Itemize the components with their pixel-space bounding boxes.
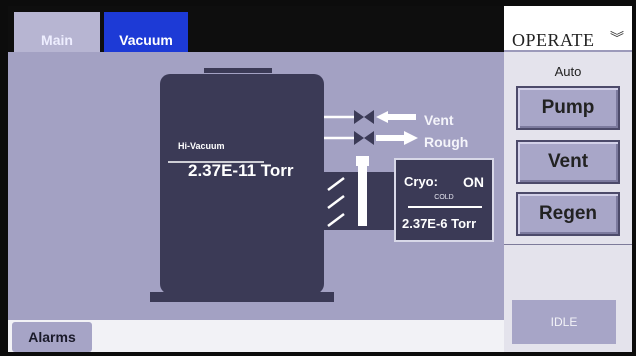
vent-button-label: Vent [547, 151, 589, 172]
state-indicator: IDLE [512, 300, 616, 344]
cryo-bar [408, 206, 482, 208]
panel-divider [504, 244, 632, 245]
state-label: IDLE [550, 315, 578, 329]
pump-button[interactable]: Pump [516, 86, 620, 130]
operate-title: OPERATE [512, 30, 595, 50]
chamber-pressure: 2.37E-11 Torr [188, 161, 294, 180]
alarms-button[interactable]: Alarms [12, 322, 92, 352]
tab-vacuum-label: Vacuum [119, 32, 173, 48]
vent-arrow-icon [376, 111, 416, 123]
chamber-top-flange [204, 68, 272, 73]
cryo-status: ON [463, 174, 484, 190]
rough-arrow-icon [376, 131, 418, 145]
vent-button[interactable]: Vent [516, 140, 620, 184]
cryo-sub-status: COLD [434, 194, 454, 201]
tab-vacuum[interactable]: Vacuum [104, 12, 188, 52]
gate-valve-icon [358, 156, 367, 226]
regen-button-label: Regen [538, 203, 598, 224]
chevron-down-icon[interactable]: ︾ [610, 28, 624, 48]
chamber-body [160, 74, 324, 294]
regen-button[interactable]: Regen [516, 192, 620, 236]
cryo-name: Cryo: [404, 174, 438, 189]
cryo-pressure: 2.37E-6 Torr [402, 216, 477, 231]
tab-main-label: Main [41, 32, 73, 48]
rough-line-label: Rough [424, 134, 469, 150]
pump-button-label: Pump [541, 97, 595, 118]
cryo-status-box[interactable]: Cryo: ON COLD 2.37E-6 Torr [394, 158, 494, 242]
chamber-bottom-flange [150, 292, 334, 302]
vent-line-label: Vent [424, 112, 454, 128]
vent-valve-icon [354, 110, 374, 124]
alarms-label: Alarms [28, 329, 76, 345]
mode-label: Auto [554, 64, 582, 79]
chamber-label: Hi-Vacuum [178, 141, 225, 151]
rough-valve-icon [354, 131, 374, 145]
tab-main[interactable]: Main [14, 12, 100, 52]
